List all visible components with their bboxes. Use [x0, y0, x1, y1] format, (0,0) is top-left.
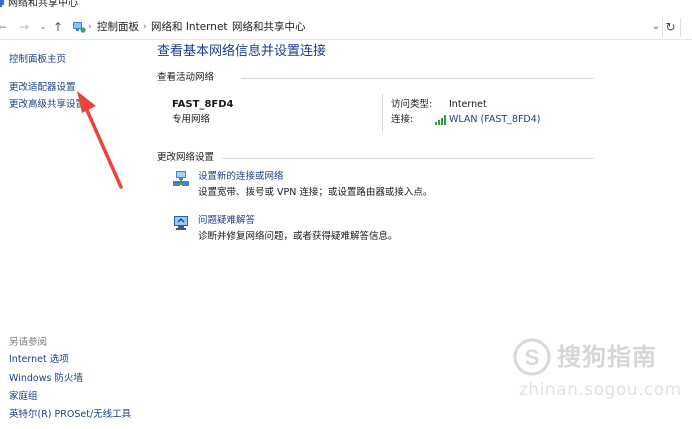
recent-locations-chevron-icon[interactable]: ⌄ [38, 19, 48, 35]
access-type-value: Internet [449, 99, 487, 110]
internet-options-link[interactable]: Internet 选项 [9, 354, 69, 366]
control-panel-home-link[interactable]: 控制面板主页 [9, 54, 66, 66]
active-networks-heading: 查看活动网络 [157, 72, 215, 83]
troubleshoot-problems-description: 诊断并修复网络问题，或者获得疑难解答信息。 [198, 231, 398, 242]
troubleshoot-problems-link[interactable]: 问题疑难解答 [198, 215, 255, 227]
watermark-url: zhinan.sogou.com [519, 380, 682, 400]
breadcrumb-separator-icon: › [223, 22, 227, 32]
change-network-settings-heading: 更改网络设置 [157, 152, 215, 163]
access-type-label: 访问类型: [391, 99, 433, 110]
windows-firewall-link[interactable]: Windows 防火墙 [9, 373, 83, 385]
network-window-icon [0, 0, 4, 7]
window-title: 网络和共享中心 [8, 0, 78, 9]
title-bar: 网络和共享中心 [0, 0, 692, 14]
network-setup-icon [173, 171, 189, 186]
refresh-icon[interactable]: ↻ [662, 18, 678, 37]
wifi-signal-icon [435, 115, 446, 125]
network-sharing-center-window: 网络和共享中心 ← → ⌄ ↑ › 控制面板 › 网络和 Internet › … [0, 0, 692, 429]
change-adapter-settings-link[interactable]: 更改适配器设置 [9, 82, 76, 94]
divider [241, 78, 594, 79]
breadcrumb-control-panel[interactable]: 控制面板 [97, 20, 139, 34]
address-dropdown-chevron-icon[interactable]: ⌄ [650, 19, 662, 35]
see-also-heading: 另请参阅 [9, 337, 48, 348]
breadcrumb-network-internet[interactable]: 网络和 Internet [151, 20, 228, 34]
network-name: FAST_8FD4 [172, 99, 234, 110]
forward-arrow-icon[interactable]: → [18, 19, 30, 35]
setup-new-connection-link[interactable]: 设置新的连接或网络 [198, 171, 284, 183]
sogou-watermark: S 搜狗指南 zhinan.sogou.com [513, 336, 683, 406]
svg-text:S: S [525, 345, 540, 370]
address-bar[interactable]: › 控制面板 › 网络和 Internet › 网络和共享中心 [68, 18, 650, 37]
homegroup-link[interactable]: 家庭组 [9, 391, 38, 403]
divider [222, 158, 594, 159]
divider [382, 94, 383, 132]
sogou-logo-icon: S [513, 338, 551, 376]
breadcrumb-network-sharing-center[interactable]: 网络和共享中心 [232, 20, 306, 34]
network-category[interactable]: 专用网络 [172, 114, 210, 126]
breadcrumb-separator-icon: › [143, 22, 147, 32]
address-bar-row: ← → ⌄ ↑ › 控制面板 › 网络和 Internet › 网络和共享中心 … [0, 14, 692, 40]
page-title: 查看基本网络信息并设置连接 [157, 44, 327, 59]
change-advanced-sharing-link[interactable]: 更改高级共享设置 [9, 99, 85, 111]
watermark-text: 搜狗指南 [557, 343, 657, 371]
troubleshoot-icon [174, 216, 188, 230]
setup-new-connection-description: 设置宽带、拨号或 VPN 连接；或设置路由器或接入点。 [198, 187, 433, 198]
intel-proset-wireless-link[interactable]: 英特尔(R) PROSet/无线工具 [9, 409, 131, 421]
breadcrumb-separator-icon: › [88, 22, 92, 32]
back-arrow-icon[interactable]: ← [0, 19, 8, 35]
search-input[interactable] [680, 18, 692, 37]
wlan-connection-link[interactable]: WLAN (FAST_8FD4) [449, 114, 540, 126]
up-arrow-icon[interactable]: ↑ [52, 19, 64, 35]
control-panel-icon [73, 22, 86, 33]
connections-label: 连接: [391, 114, 414, 125]
